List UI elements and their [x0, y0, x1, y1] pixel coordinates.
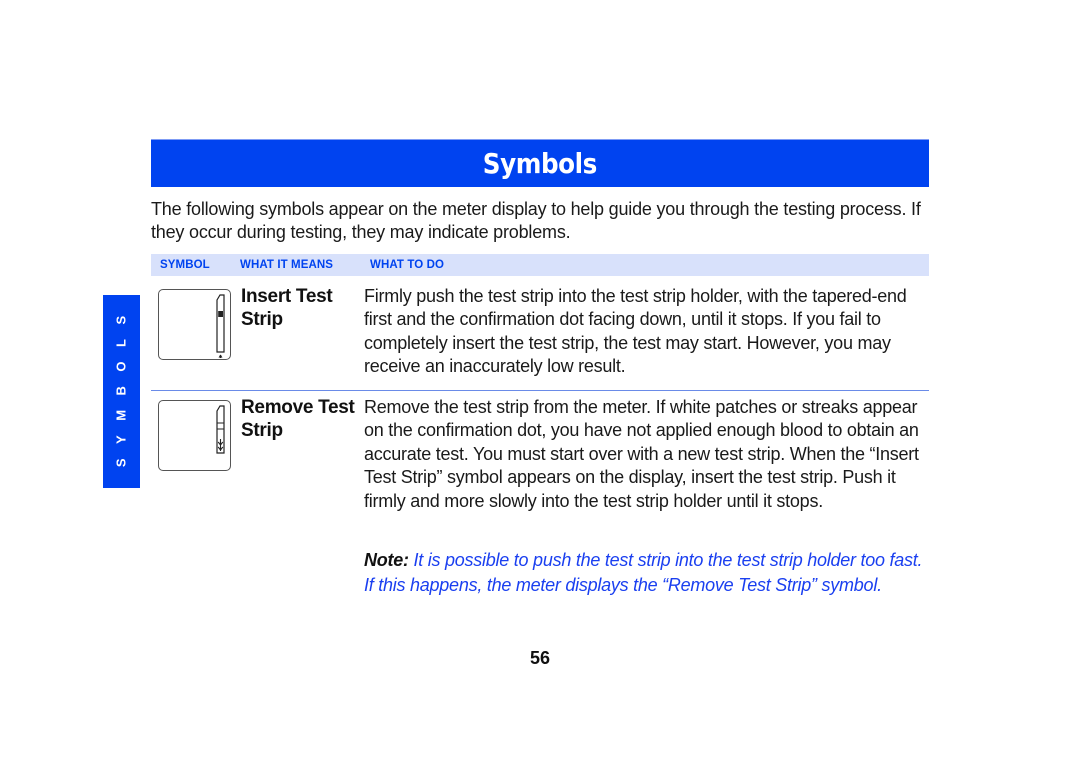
table-row: Remove Test Strip Remove the test strip …	[151, 390, 929, 541]
note-paragraph: Note: It is possible to push the test st…	[364, 548, 934, 597]
column-header-what-it-means: WHAT IT MEANS	[240, 259, 334, 271]
note-text: It is possible to push the test strip in…	[364, 550, 923, 595]
intro-paragraph: The following symbols appear on the mete…	[151, 199, 921, 242]
page-number: 56	[529, 648, 551, 668]
table-row: Insert Test Strip Firmly push the test s…	[151, 284, 929, 384]
column-header-symbol: SYMBOL	[160, 259, 210, 271]
instruction-text: Remove the test strip from the meter. If…	[364, 397, 919, 511]
section-side-tab: SYMBOLS	[103, 295, 140, 488]
side-tab-label: SYMBOLS	[114, 301, 130, 468]
meaning-label: Insert Test Strip	[241, 286, 333, 330]
note-label: Note:	[364, 550, 409, 570]
table-header: SYMBOL WHAT IT MEANS WHAT TO DO	[151, 254, 929, 276]
insert-test-strip-icon	[158, 289, 231, 360]
column-header-what-to-do: WHAT TO DO	[370, 259, 445, 271]
page-title: Symbols	[482, 147, 598, 180]
instruction-text: Firmly push the test strip into the test…	[364, 286, 907, 377]
title-banner: Symbols	[151, 139, 929, 187]
remove-test-strip-icon	[158, 400, 231, 471]
meaning-label: Remove Test Strip	[241, 397, 355, 441]
